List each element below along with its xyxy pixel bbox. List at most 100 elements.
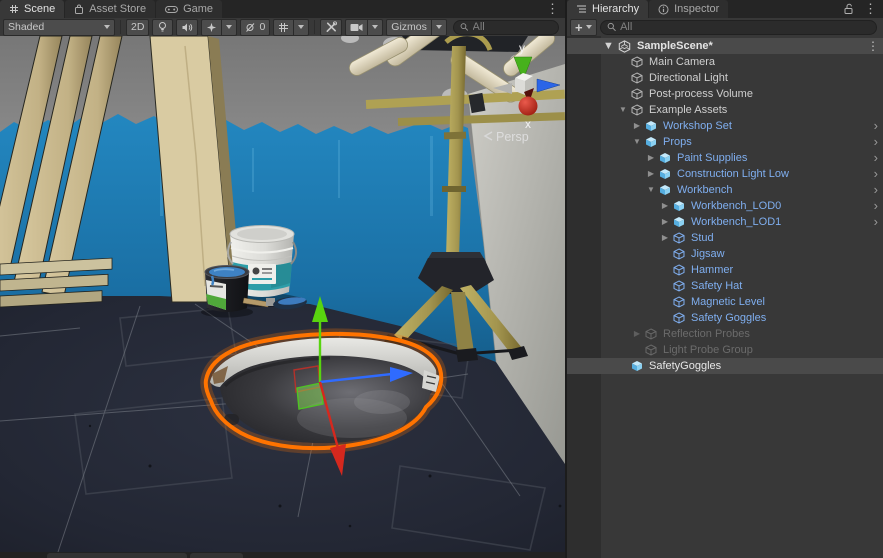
bottom-tab[interactable]	[47, 553, 187, 558]
hidden-count: 0	[259, 21, 265, 33]
hierarchy-toolbar: +	[567, 18, 883, 37]
hierarchy-row-safety-hat[interactable]: Safety Hat	[567, 278, 883, 294]
hierarchy-menu-kebab-icon[interactable]: ⋮	[858, 0, 883, 18]
unlock-icon[interactable]	[843, 3, 854, 15]
hierarchy-item-label: Post-process Volume	[649, 86, 753, 102]
prefab-open-chevron-icon[interactable]: ›	[874, 118, 878, 133]
hierarchy-row-light-probe-group[interactable]: Light Probe Group	[567, 342, 883, 358]
shading-mode-label: Shaded	[8, 21, 44, 33]
hierarchy-row-hammer[interactable]: Hammer	[567, 262, 883, 278]
gizmos-label: Gizmos	[391, 21, 427, 33]
hierarchy-row-magnetic-level[interactable]: Magnetic Level	[567, 294, 883, 310]
tab-game[interactable]: Game	[156, 0, 222, 18]
persp-label[interactable]: Persp	[496, 130, 529, 144]
hierarchy-row-safety-goggles[interactable]: Safety Goggles	[567, 310, 883, 326]
expander-arrow[interactable]: ▶	[645, 150, 657, 166]
hierarchy-row-safetygoggles[interactable]: SafetyGoggles	[567, 358, 883, 374]
hierarchy-row-workbench-lod1[interactable]: ▶Workbench_LOD1›	[567, 214, 883, 230]
gizmos-dropdown-button[interactable]	[432, 19, 447, 36]
hierarchy-item-label: Main Camera	[649, 54, 715, 70]
search-icon	[607, 22, 616, 32]
hierarchy-list-icon	[576, 4, 587, 14]
camera-icon	[350, 23, 363, 32]
lighting-toggle-button[interactable]	[152, 19, 173, 36]
camera-settings-button[interactable]	[345, 19, 368, 36]
expander-arrow[interactable]: ▶	[659, 214, 671, 230]
audio-toggle-button[interactable]	[176, 19, 198, 36]
chevron-down-icon	[226, 25, 232, 29]
prefab-open-chevron-icon[interactable]: ›	[874, 166, 878, 181]
tab-scene[interactable]: Scene	[0, 0, 64, 18]
hierarchy-item-label: Reflection Probes	[663, 326, 750, 342]
scene-search-field[interactable]	[453, 20, 559, 35]
scene-panel-menu-kebab-icon[interactable]: ⋮	[540, 0, 565, 18]
expander-arrow[interactable]: ▶	[645, 166, 657, 182]
grid-snap-button[interactable]	[273, 19, 294, 36]
hierarchy-item-label: Props	[663, 134, 692, 150]
prefab-open-chevron-icon[interactable]: ›	[874, 214, 878, 229]
prefab-open-chevron-icon[interactable]: ›	[874, 134, 878, 149]
prefab-open-chevron-icon[interactable]: ›	[874, 198, 878, 213]
gizmo-x-sphere[interactable]	[519, 97, 538, 116]
hierarchy-row-stud[interactable]: ▶Stud	[567, 230, 883, 246]
hierarchy-row-main-camera[interactable]: Main Camera	[567, 54, 883, 70]
bottom-tab[interactable]	[190, 553, 243, 558]
tab-asset-store[interactable]: Asset Store	[65, 0, 155, 18]
hierarchy-row-reflection-probes[interactable]: ▶ Reflection Probes	[567, 326, 883, 342]
expander-arrow[interactable]: ▶	[631, 118, 643, 134]
hierarchy-row-example-assets[interactable]: ▼Example Assets	[567, 102, 883, 118]
scene-search-input[interactable]	[473, 21, 553, 33]
component-tools-button[interactable]	[320, 19, 342, 36]
expander-arrow[interactable]: ▶	[659, 230, 671, 246]
scene-panel: Scene Asset Store Game ⋮ Shaded 2D	[0, 0, 565, 558]
prefab-open-chevron-icon[interactable]: ›	[874, 150, 878, 165]
hierarchy-tree: ▼ SampleScene* ⋮ Main CameraDirectional …	[567, 36, 883, 558]
camera-dropdown-button[interactable]	[368, 19, 383, 36]
hierarchy-row-workshop-set[interactable]: ▶ Workshop Set ›	[567, 118, 883, 134]
hidden-eye-icon	[245, 22, 256, 33]
tab-game-label: Game	[183, 3, 213, 15]
expander-arrow[interactable]: ▼	[617, 102, 629, 118]
expander-arrow[interactable]: ▶	[631, 326, 643, 342]
prefab-open-chevron-icon[interactable]: ›	[874, 182, 878, 197]
effects-dropdown-button[interactable]	[222, 19, 237, 36]
hierarchy-row-props[interactable]: ▼ Props ›	[567, 134, 883, 150]
expander-arrow[interactable]: ▼	[631, 134, 643, 150]
hierarchy-item-label: Directional Light	[649, 70, 728, 86]
info-icon	[658, 4, 669, 15]
expander-arrow[interactable]: ▶	[659, 198, 671, 214]
scene-menu-kebab-icon[interactable]: ⋮	[867, 38, 879, 54]
hierarchy-row-construction-light-low[interactable]: ▶Construction Light Low›	[567, 166, 883, 182]
chevron-down-icon	[104, 25, 110, 29]
hierarchy-row-workbench-lod0[interactable]: ▶ Workbench_LOD0 ›	[567, 198, 883, 214]
scene-visibility-button[interactable]: 0	[240, 19, 270, 36]
hierarchy-item-label: SafetyGoggles	[649, 358, 721, 374]
scene-header-row[interactable]: ▼ SampleScene* ⋮	[567, 38, 883, 54]
tab-inspector[interactable]: Inspector	[649, 0, 728, 18]
chevron-down-icon	[298, 25, 304, 29]
grid-snap-dropdown-button[interactable]	[294, 19, 309, 36]
hierarchy-row-workbench[interactable]: ▼Workbench›	[567, 182, 883, 198]
effects-toggle-button[interactable]	[201, 19, 222, 36]
create-object-button[interactable]: +	[570, 19, 597, 36]
hierarchy-item-label: Workbench_LOD0	[691, 198, 781, 214]
hierarchy-row-post-process-volume[interactable]: Post-process Volume	[567, 86, 883, 102]
2d-toggle-button[interactable]: 2D	[126, 19, 149, 36]
tools-icon	[325, 21, 337, 33]
expander-arrow[interactable]: ▼	[645, 182, 657, 198]
hierarchy-search-field[interactable]	[600, 20, 877, 35]
hierarchy-item-label: Workshop Set	[663, 118, 732, 134]
shading-mode-dropdown[interactable]: Shaded	[3, 19, 115, 36]
gizmos-toggle-button[interactable]: Gizmos	[386, 19, 432, 36]
hierarchy-search-input[interactable]	[620, 21, 870, 33]
paint-can[interactable]	[201, 266, 253, 318]
hierarchy-row-jigsaw[interactable]: Jigsaw	[567, 246, 883, 262]
hierarchy-row-paint-supplies[interactable]: ▶ Paint Supplies ›	[567, 150, 883, 166]
effects-star-icon	[206, 22, 217, 33]
scene-viewport[interactable]: y z x Persp	[0, 36, 565, 552]
wood-pallet[interactable]	[0, 258, 112, 307]
move-plane-xz-handle[interactable]	[297, 383, 323, 409]
tab-hierarchy[interactable]: Hierarchy	[567, 0, 648, 18]
hierarchy-item-label: Paint Supplies	[677, 150, 747, 166]
hierarchy-row-directional-light[interactable]: Directional Light	[567, 70, 883, 86]
